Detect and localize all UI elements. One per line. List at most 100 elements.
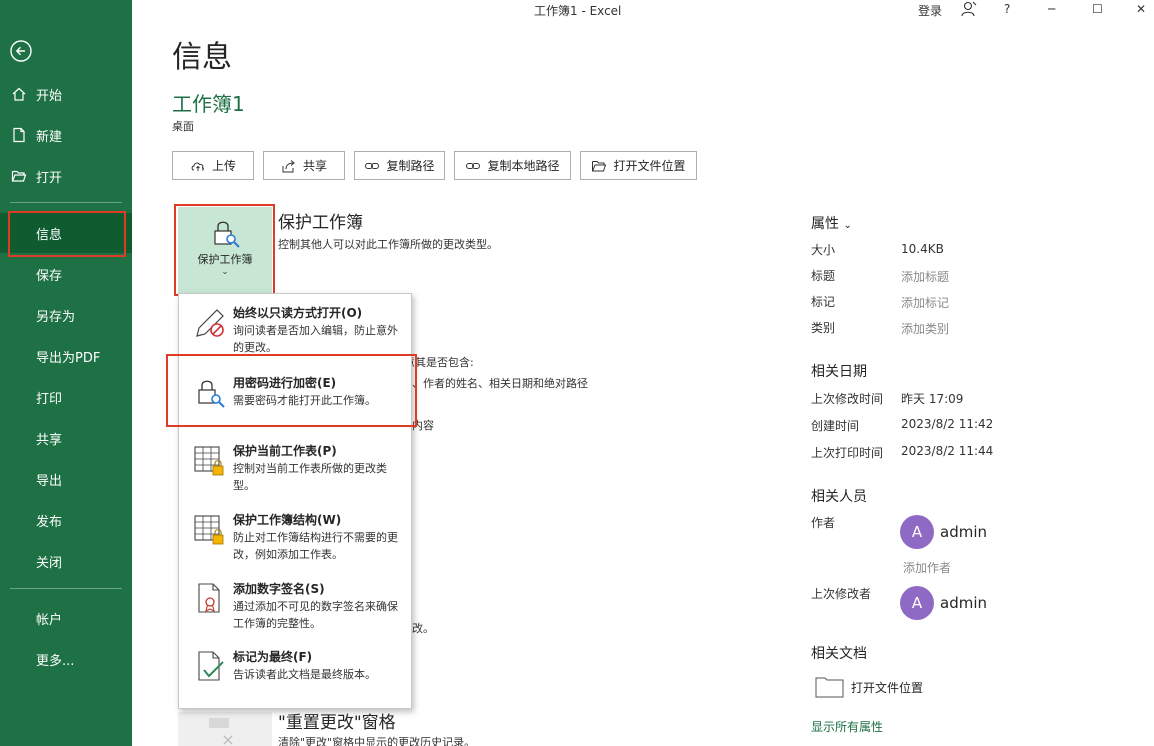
menu-item-digital-signature[interactable]: 添加数字签名(S) 通过添加不可见的数字签名来确保工作簿的完整性。 [179, 578, 411, 640]
signin-link[interactable]: 登录 [918, 2, 942, 19]
highlight-encrypt-item [166, 354, 417, 427]
menu-item-always-readonly[interactable]: 始终以只读方式打开(O) 询问读者是否加入编辑，防止意外的更改。 [179, 302, 411, 362]
nav-label: 导出为PDF [36, 350, 101, 366]
nav-label: 发布 [36, 514, 63, 530]
share-icon [282, 159, 295, 172]
author-avatar: A [900, 515, 934, 549]
close-button[interactable]: ✕ [1136, 2, 1146, 16]
nav-label: 另存为 [36, 309, 76, 325]
open-location-label: 打开文件位置 [613, 159, 686, 173]
reset-changes-tile[interactable] [178, 712, 272, 746]
prop-key-title: 标题 [811, 269, 836, 283]
help-button[interactable]: ? [1004, 2, 1010, 16]
nav-item-home[interactable]: 开始 [0, 74, 132, 114]
menu-item-desc: 询问读者是否加入编辑，防止意外的更改。 [233, 324, 398, 354]
nav-item-export-pdf[interactable]: 导出为PDF [0, 336, 132, 376]
nav-item-save-as[interactable]: 另存为 [0, 295, 132, 335]
modifier-avatar: A [900, 586, 934, 620]
folder-open-icon [10, 167, 28, 185]
nav-item-save[interactable]: 保存 [0, 254, 132, 294]
nav-label: 帐户 [36, 612, 63, 628]
upload-label: 上传 [211, 159, 236, 173]
protect-description: 控制其他人可以对此工作簿所做的更改类型。 [278, 238, 498, 251]
copy-path-button[interactable]: 复制路径 [354, 151, 445, 180]
title-bar: 工作簿1 - Excel 登录 ? ─ ☐ ✕ [132, 0, 1154, 20]
date-value-created: 2023/8/2 11:42 [901, 417, 994, 431]
modifier-name[interactable]: admin [940, 594, 987, 612]
prop-value-size: 10.4KB [901, 242, 944, 256]
nav-item-export[interactable]: 导出 [0, 459, 132, 499]
highlight-protect-tile [174, 204, 275, 296]
reset-icon [209, 718, 233, 745]
menu-item-title: 保护当前工作表(P) [233, 444, 337, 458]
menu-item-title: 标记为最终(F) [233, 650, 313, 664]
prop-value-title[interactable]: 添加标题 [901, 268, 949, 285]
date-key-printed: 上次打印时间 [811, 446, 884, 460]
nav-item-share[interactable]: 共享 [0, 418, 132, 458]
properties-heading[interactable]: 属性 ⌄ [811, 213, 852, 233]
sheet-lock-icon [194, 446, 224, 476]
versions-text: 改。 [412, 622, 434, 635]
cloud-upload-icon [191, 162, 204, 171]
add-author-link[interactable]: 添加作者 [903, 559, 951, 576]
author-label: 作者 [811, 516, 836, 530]
show-all-properties-link[interactable]: 显示所有属性 [811, 718, 883, 735]
menu-item-desc: 通过添加不可见的数字签名来确保工作簿的完整性。 [233, 600, 398, 630]
workbook-lock-icon [194, 515, 224, 545]
last-modifier-label: 上次修改者 [811, 587, 872, 601]
home-icon [10, 85, 28, 103]
related-docs-heading: 相关文档 [811, 646, 867, 662]
signature-icon [198, 583, 220, 613]
minimize-button[interactable]: ─ [1048, 2, 1055, 16]
dates-heading: 相关日期 [811, 364, 867, 380]
nav-label: 新建 [36, 129, 63, 145]
menu-item-title: 添加数字签名(S) [233, 582, 325, 596]
properties-heading-label: 属性 [811, 216, 839, 232]
share-label: 共享 [302, 159, 327, 173]
copy-local-path-button[interactable]: 复制本地路径 [454, 151, 571, 180]
document-location: 桌面 [172, 120, 194, 133]
nav-label: 导出 [36, 473, 63, 489]
nav-divider [10, 588, 122, 589]
nav-item-account[interactable]: 帐户 [0, 598, 132, 638]
nav-item-new[interactable]: 新建 [0, 115, 132, 155]
document-name: 工作簿1 [172, 92, 245, 116]
menu-item-protect-structure[interactable]: 保护工作簿结构(W) 防止对工作簿结构进行不需要的更改，例如添加工作表。 [179, 509, 411, 571]
prop-key-tags: 标记 [811, 295, 836, 309]
folder-icon [815, 677, 844, 698]
menu-item-desc: 告诉读者此文档是最终版本。 [233, 668, 376, 681]
nav-item-more[interactable]: 更多... [0, 639, 132, 679]
new-doc-icon [10, 126, 28, 144]
nav-label: 开始 [36, 88, 63, 104]
open-location-button[interactable]: 打开文件位置 [580, 151, 697, 180]
nav-label: 保存 [36, 268, 63, 284]
protect-title: 保护工作簿 [278, 213, 363, 233]
reset-changes-description: 清除"更改"窗格中显示的更改历史记录。 [278, 736, 476, 746]
coauthor-icon[interactable] [960, 0, 978, 21]
menu-item-mark-final[interactable]: 标记为最终(F) 告诉读者此文档是最终版本。 [179, 646, 411, 696]
upload-button[interactable]: 上传 [172, 151, 254, 180]
prop-value-tags[interactable]: 添加标记 [901, 294, 949, 311]
menu-item-protect-sheet[interactable]: 保护当前工作表(P) 控制对当前工作表所做的更改类型。 [179, 440, 411, 500]
menu-item-desc: 控制对当前工作表所做的更改类型。 [233, 462, 387, 492]
menu-item-title: 始终以只读方式打开(O) [233, 306, 363, 320]
date-key-modified: 上次修改时间 [811, 392, 884, 406]
date-value-printed: 2023/8/2 11:44 [901, 444, 994, 458]
window-title: 工作簿1 - Excel [534, 4, 622, 18]
nav-item-publish[interactable]: 发布 [0, 500, 132, 540]
maximize-button[interactable]: ☐ [1092, 2, 1103, 16]
related-open-location[interactable]: 打开文件位置 [815, 675, 923, 699]
nav-item-print[interactable]: 打印 [0, 377, 132, 417]
folder-open-icon [592, 160, 607, 171]
share-button[interactable]: 共享 [263, 151, 345, 180]
nav-item-close[interactable]: 关闭 [0, 541, 132, 581]
chevron-down-icon: ⌄ [843, 220, 852, 231]
link-icon [365, 162, 380, 169]
prop-key-size: 大小 [811, 243, 836, 257]
date-key-created: 创建时间 [811, 419, 860, 433]
author-name[interactable]: admin [940, 523, 987, 541]
nav-item-open[interactable]: 打开 [0, 156, 132, 196]
back-arrow-icon[interactable] [10, 40, 32, 62]
copy-path-label: 复制路径 [386, 159, 435, 173]
prop-value-category[interactable]: 添加类别 [901, 320, 949, 337]
